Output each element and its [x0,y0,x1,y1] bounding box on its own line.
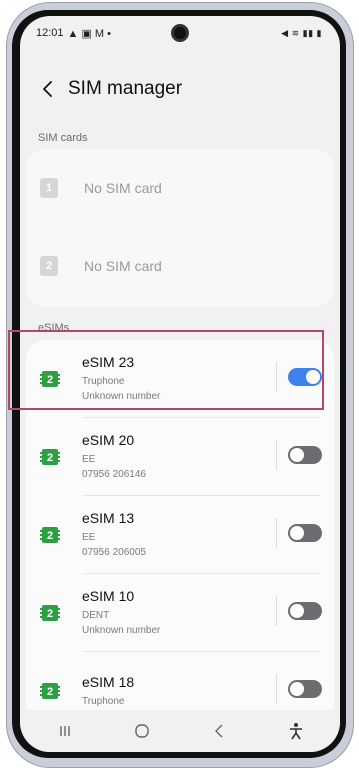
esim-carrier: EE [82,532,96,543]
esim-number: Unknown number [82,391,161,402]
status-notification-icons: ▲ ▣ M • [67,27,111,40]
esim-number: 07956 206146 [82,469,146,480]
esim-name: eSIM 13 [82,510,135,526]
esim-chip-icon: 2 [40,683,60,699]
svg-text:2: 2 [47,530,53,542]
toggle-knob [290,448,304,462]
front-camera [171,24,189,42]
sim-card-label: No SIM card [84,258,162,274]
esim-row[interactable]: 2 eSIM 20 EE 07956 206146 [26,418,334,496]
esim-row[interactable]: 2 eSIM 23 Truphone Unknown number [26,340,334,418]
esim-chip-icon: 2 [40,371,60,387]
screen: 12:01 ▲ ▣ M • ◀ ≋ ▮▮ ▮ SIM manager SIM c… [20,16,340,752]
divider [276,596,277,626]
esim-carrier: EE [82,454,96,465]
esim-carrier: Truphone [82,376,125,387]
toggle-knob [290,682,304,696]
toggle-knob [306,370,320,384]
toggle-knob [290,526,304,540]
esim-row[interactable]: 2 eSIM 10 DENT Unknown number [26,574,334,652]
esim-name: eSIM 20 [82,432,135,448]
esim-toggle[interactable] [288,446,322,464]
sim-card-label: No SIM card [84,180,162,196]
status-left: 12:01 ▲ ▣ M • [36,27,111,40]
esim-toggle[interactable] [288,680,322,698]
esim-number: Unknown number [82,625,161,636]
esim-name: eSIM 23 [82,354,135,370]
esim-info: eSIM 23 Truphone Unknown number [82,354,160,404]
page-title: SIM manager [68,78,183,99]
accessibility-icon[interactable] [281,716,311,746]
esim-toggle[interactable] [288,602,322,620]
svg-text:2: 2 [47,608,53,620]
sim-card-row-2[interactable]: 2 No SIM card [26,227,334,305]
divider [276,674,277,704]
esim-number: 07956 206005 [82,547,146,558]
sim-card-row-1[interactable]: 1 No SIM card [26,149,334,227]
svg-text:2: 2 [47,452,53,464]
section-label-sim-cards: SIM cards [38,132,88,144]
esim-info: eSIM 20 EE 07956 206146 [82,432,146,482]
status-system-icons: ◀ ≋ ▮▮ ▮ [281,27,322,38]
chevron-left-icon[interactable] [32,73,64,105]
status-time: 12:01 [36,27,64,39]
esim-toggle[interactable] [288,368,322,386]
section-label-esims: eSIMs [38,322,70,334]
svg-text:2: 2 [47,374,53,386]
esim-info: eSIM 18 Truphone [82,674,134,709]
esim-chip-icon: 2 [40,605,60,621]
esim-toggle[interactable] [288,524,322,542]
esim-info: eSIM 10 DENT Unknown number [82,588,160,638]
esim-row[interactable]: 2 eSIM 13 EE 07956 206005 [26,496,334,574]
back-icon[interactable] [204,716,234,746]
svg-text:2: 2 [47,686,53,698]
toggle-knob [290,604,304,618]
divider [276,440,277,470]
esim-name: eSIM 10 [82,588,135,604]
divider [276,362,277,392]
esim-carrier: DENT [82,610,110,621]
esim-chip-icon: 2 [40,449,60,465]
system-nav-bar [20,710,340,752]
divider [276,518,277,548]
recents-icon[interactable] [50,716,80,746]
esim-name: eSIM 18 [82,673,135,690]
esim-chip-icon: 2 [40,527,60,543]
sim-cards-group: 1 No SIM card 2 No SIM card [26,149,334,307]
esim-info: eSIM 13 EE 07956 206005 [82,510,146,560]
esim-carrier: Truphone [82,695,125,707]
sim-slot-2-icon: 2 [40,256,58,276]
sim-slot-1-icon: 1 [40,178,58,198]
home-icon[interactable] [127,716,157,746]
app-header: SIM manager [20,72,340,106]
